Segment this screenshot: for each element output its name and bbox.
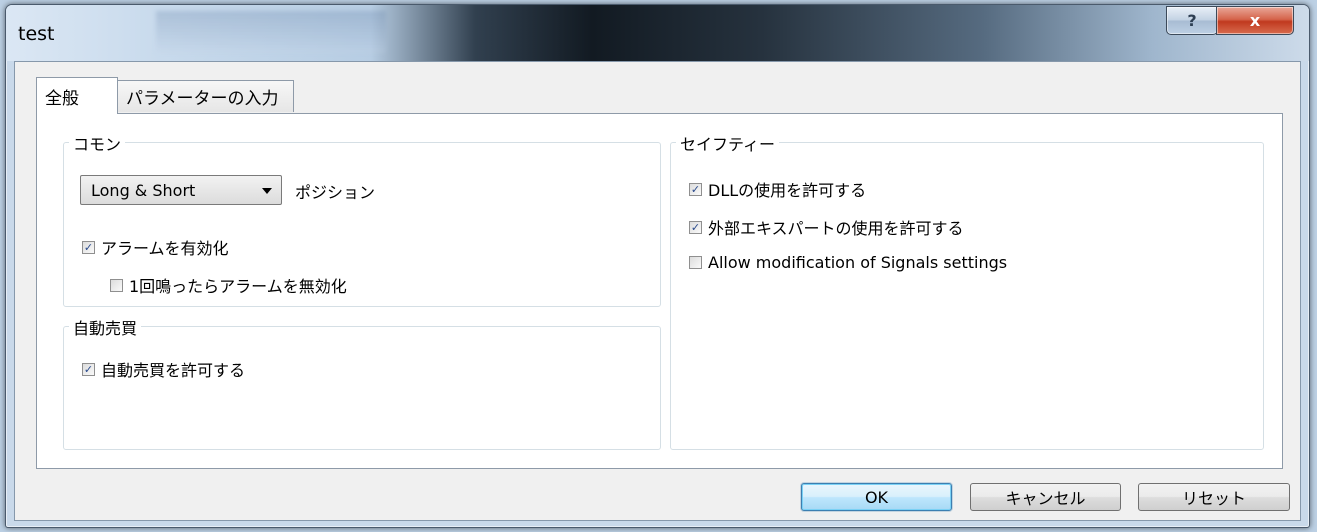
auto-trade-group-label: 自動売買	[69, 315, 142, 339]
allow-signals-mod-checkbox[interactable]	[689, 256, 702, 269]
common-group-label: コモン	[69, 131, 126, 155]
reset-button-label: リセット	[1181, 489, 1246, 508]
allow-auto-trade-checkbox[interactable]	[82, 362, 95, 376]
position-select-value: Long & Short	[91, 180, 196, 200]
dialog-window: test ? x 全般 パラメーターの入力 コモン Long & Short ポ…	[5, 4, 1310, 528]
position-label: ポジション	[295, 183, 376, 202]
allow-external-experts-label: 外部エキスパートの使用を許可する	[708, 219, 964, 238]
allow-signals-mod-option[interactable]: Allow modification of Signals settings	[689, 253, 1007, 272]
enable-alarm-checkbox[interactable]	[82, 240, 95, 254]
general-tab-panel: コモン Long & Short ポジション アラームを有効化 1回鳴ったらアラ…	[36, 113, 1283, 469]
title-bar[interactable]: test ? x	[6, 5, 1309, 61]
tab-parameters-label: パラメーターの入力	[126, 89, 279, 109]
allow-auto-trade-option[interactable]: 自動売買を許可する	[82, 357, 245, 381]
safety-group: セイフティー DLLの使用を許可する 外部エキスパートの使用を許可する Allo…	[670, 131, 1264, 450]
close-icon: x	[1249, 11, 1261, 30]
disable-after-once-option[interactable]: 1回鳴ったらアラームを無効化	[110, 273, 347, 297]
chevron-down-icon	[262, 188, 272, 194]
title-bar-background	[156, 11, 386, 53]
allow-external-experts-option[interactable]: 外部エキスパートの使用を許可する	[689, 215, 964, 239]
cancel-button[interactable]: キャンセル	[970, 483, 1121, 511]
ok-button[interactable]: OK	[801, 483, 952, 511]
auto-trade-group: 自動売買 自動売買を許可する	[63, 315, 661, 450]
help-button[interactable]: ?	[1166, 6, 1218, 35]
disable-after-once-label: 1回鳴ったらアラームを無効化	[129, 277, 347, 296]
disable-after-once-checkbox[interactable]	[110, 278, 123, 292]
help-icon: ?	[1187, 11, 1197, 30]
window-title: test	[18, 23, 55, 45]
safety-group-label: セイフティー	[676, 131, 780, 155]
close-button[interactable]: x	[1216, 6, 1294, 35]
position-label-row: ポジション	[295, 179, 375, 203]
reset-button[interactable]: リセット	[1138, 483, 1290, 511]
tab-general-label: 全般	[45, 88, 79, 109]
tab-general[interactable]: 全般	[36, 77, 118, 114]
allow-signals-mod-label: Allow modification of Signals settings	[708, 253, 1008, 272]
position-select[interactable]: Long & Short	[80, 175, 282, 205]
common-group: コモン Long & Short ポジション アラームを有効化 1回鳴ったらアラ…	[63, 131, 661, 307]
cancel-button-label: キャンセル	[1005, 489, 1086, 508]
tab-parameters[interactable]: パラメーターの入力	[117, 80, 294, 112]
ok-button-label: OK	[864, 487, 889, 507]
allow-external-experts-checkbox[interactable]	[689, 220, 702, 234]
allow-dll-checkbox[interactable]	[689, 182, 702, 196]
allow-dll-label: DLLの使用を許可する	[708, 181, 867, 200]
allow-auto-trade-label: 自動売買を許可する	[101, 361, 246, 380]
allow-dll-option[interactable]: DLLの使用を許可する	[689, 177, 866, 201]
enable-alarm-option[interactable]: アラームを有効化	[82, 235, 229, 259]
enable-alarm-label: アラームを有効化	[101, 239, 229, 258]
dialog-client-area: 全般 パラメーターの入力 コモン Long & Short ポジション アラーム…	[14, 61, 1301, 521]
